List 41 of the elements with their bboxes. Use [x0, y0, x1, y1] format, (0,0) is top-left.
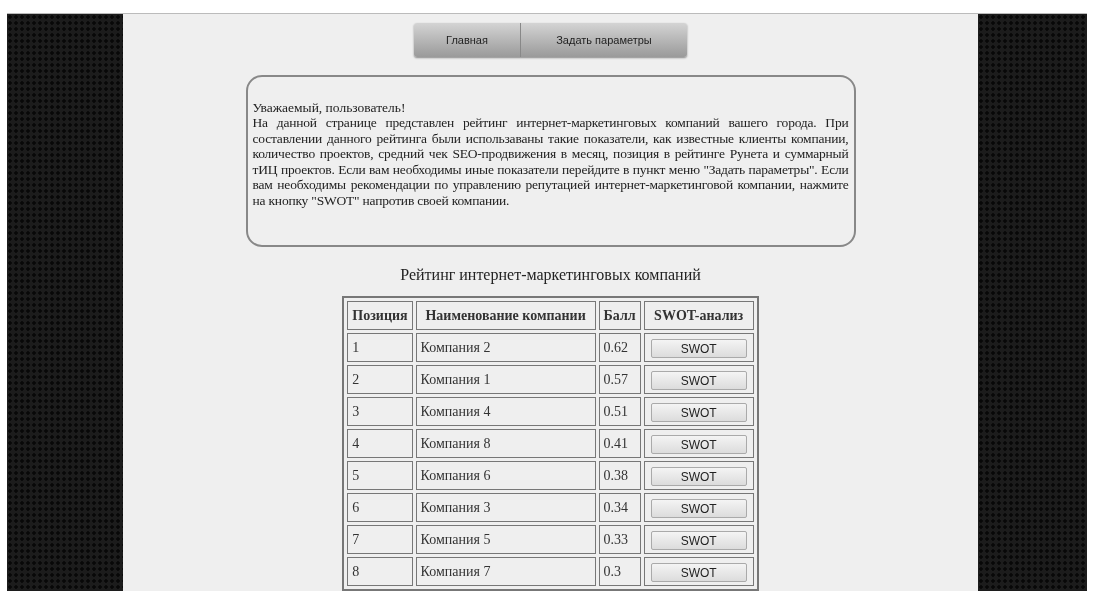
table-cell: 0.41	[598, 429, 641, 458]
table-cell: Компания 5	[415, 525, 596, 554]
swot-button[interactable]: SWOT	[650, 370, 747, 390]
table-cell: 0.62	[598, 333, 641, 362]
intro-paragraph: На данной странице представлен рейтинг интернет-маркетинговых компаний вашего города. При составлении данного рейтинга были использаваны такие показатели, как известные клиенты компании, количество проектов, средний чек SEO-продвижения в месяц, позиция в рейтинге Рунета и суммарный тИЦ проектов. Если вам необходимы иные показатели перейдите в пункт меню "Задать параметры". Если вам необходимы рекомендации по управлению репутацией интернет-маркетинговой компании, нажмите на кнопку "SWOT" напротив своей компании.	[252, 115, 849, 209]
menu-tab[interactable]: Главная	[414, 23, 521, 57]
table-cell: 3	[347, 397, 413, 426]
swot-button[interactable]: SWOT	[650, 562, 747, 582]
swot-button[interactable]: SWOT	[650, 466, 747, 486]
table-cell: Компания 2	[415, 333, 596, 362]
swot-button[interactable]: SWOT	[650, 338, 747, 358]
table-cell: 0.51	[598, 397, 641, 426]
table-cell: Компания 6	[415, 461, 596, 490]
table-cell: 4	[347, 429, 413, 458]
table-cell: Компания 1	[415, 365, 596, 394]
table-cell: Компания 7	[415, 557, 596, 586]
menu-tab[interactable]: Задать параметры	[521, 23, 687, 57]
table-cell: Компания 3	[415, 493, 596, 522]
table-cell: 8	[347, 557, 413, 586]
greeting-text: Уважаемый, пользователь!	[252, 99, 407, 116]
table-cell: 0.34	[598, 493, 641, 522]
column-header: Позиция	[347, 301, 413, 330]
column-header: SWOT-анализ	[643, 301, 754, 330]
swot-button[interactable]: SWOT	[650, 530, 747, 550]
column-header: Наименование компании	[415, 301, 596, 330]
table-cell: 1	[347, 333, 413, 362]
table-cell: Компания 4	[415, 397, 596, 426]
table-cell: 6	[347, 493, 413, 522]
swot-button[interactable]: SWOT	[650, 434, 747, 454]
table-cell: 5	[347, 461, 413, 490]
table-cell: 0.3	[598, 557, 641, 586]
table-cell: 0.57	[598, 365, 641, 394]
table-cell: 0.33	[598, 525, 641, 554]
table-title: Рейтинг интернет-маркетинговых компаний	[400, 265, 701, 286]
swot-button[interactable]: SWOT	[650, 498, 747, 518]
table-cell: 7	[347, 525, 413, 554]
swot-button[interactable]: SWOT	[650, 402, 747, 422]
table-cell: 0.38	[598, 461, 641, 490]
column-header: Балл	[598, 301, 641, 330]
table-cell: Компания 8	[415, 429, 596, 458]
table-cell: 2	[347, 365, 413, 394]
